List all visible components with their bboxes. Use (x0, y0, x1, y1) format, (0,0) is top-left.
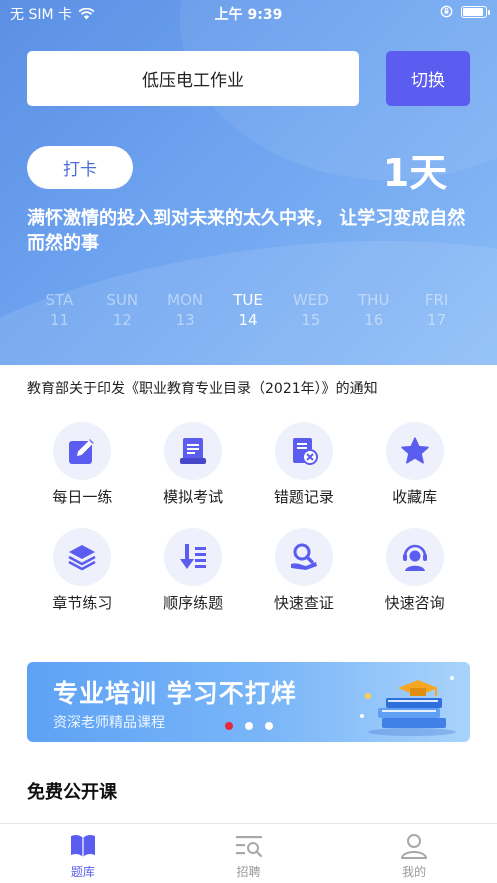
weekday: THU 16 (358, 291, 390, 329)
orientation-lock-icon (440, 5, 453, 18)
switch-button[interactable]: 切换 (386, 51, 470, 106)
book-icon (70, 834, 95, 857)
feature-favorites[interactable]: 收藏库 (359, 422, 470, 528)
status-bar: 无 SIM 卡 上午 9:39 (0, 0, 497, 26)
search-hand-icon (290, 543, 317, 570)
search-list-icon (235, 836, 262, 858)
user-icon (401, 834, 428, 859)
headset-icon (402, 544, 427, 571)
subject-selector[interactable]: 低压电工作业 (27, 51, 359, 106)
weekday: MON 13 (167, 291, 204, 329)
feature-quick-verify[interactable]: 快速查证 (249, 528, 360, 634)
week-strip: STA 11 SUN 12 MON 13 TUE 14 WED 15 THU 16 FRI 1… (28, 290, 468, 330)
banner-title: 专业培训 学习不打烊 (53, 679, 297, 708)
motto-text: 满怀激情的投入到对未来的太久中来， 让学习变成自然而然的事 (27, 208, 466, 254)
weekday: STA 11 (45, 291, 74, 329)
tab-question-bank[interactable]: 题库 (0, 824, 166, 883)
banner-subtitle: 资深老师精品课程 (53, 715, 165, 731)
layers-icon (68, 545, 96, 571)
carousel-dot[interactable] (245, 722, 253, 730)
feature-quick-consult[interactable]: 快速咨询 (359, 528, 470, 634)
feature-mock-exam[interactable]: 模拟考试 (138, 422, 249, 528)
document-icon (180, 438, 207, 464)
star-icon (400, 437, 429, 464)
feature-sequence-practice[interactable]: 顺序练题 (138, 528, 249, 634)
checkin-button[interactable]: 打卡 (27, 146, 133, 189)
weekday: SUN 12 (106, 291, 139, 329)
weekday-current: TUE 14 (233, 291, 263, 329)
feature-grid: 每日一练 模拟考试 错题记录 收藏库 章节练习 顺序练题 快速查证 快速咨询 (27, 422, 470, 634)
battery-icon (461, 5, 490, 18)
feature-chapter-practice[interactable]: 章节练习 (27, 528, 138, 634)
feature-daily-practice[interactable]: 每日一练 (27, 422, 138, 528)
carousel-dot-active[interactable] (225, 722, 233, 730)
weekday: WED 15 (292, 291, 329, 329)
weekday: FRI 17 (424, 291, 449, 329)
feature-error-record[interactable]: 错题记录 (249, 422, 360, 528)
promo-banner[interactable]: 专业培训 学习不打烊 资深老师精品课程 (27, 662, 470, 742)
tab-profile[interactable]: 我的 (331, 824, 497, 883)
books-illustration (360, 676, 456, 736)
edit-icon (69, 439, 95, 464)
tab-recruitment[interactable]: 招聘 (166, 824, 332, 883)
status-time: 上午 9:39 (214, 7, 283, 23)
carousel-dots (225, 722, 273, 730)
hero-header: 无 SIM 卡 上午 9:39 低压电工作业 切换 打卡 1天 满怀激情的投入到… (0, 0, 497, 365)
tab-bar: 题库 招聘 我的 (0, 823, 497, 883)
streak-days: 1天 (382, 151, 448, 195)
section-title-free-courses: 免费公开课 (27, 782, 117, 803)
carousel-dot[interactable] (265, 722, 273, 730)
notice-link[interactable]: 教育部关于印发《职业教育专业目录（2021年）》的通知 (27, 378, 477, 398)
error-record-icon (292, 438, 318, 465)
sequence-icon (180, 544, 207, 569)
